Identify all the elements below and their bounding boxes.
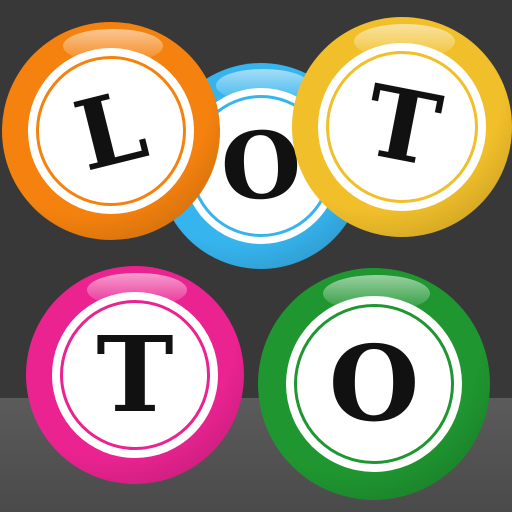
lotto-icon: O L T T O	[0, 0, 512, 512]
lotto-ball-o-green: O	[258, 268, 490, 500]
ball-face: L	[28, 48, 194, 214]
ball-face: T	[318, 43, 486, 211]
lotto-ball-t-pink: T	[26, 266, 244, 484]
lotto-ball-l-orange: L	[2, 22, 220, 240]
ball-face: T	[52, 292, 218, 458]
ball-letter: O	[218, 109, 304, 223]
ball-face: O	[285, 295, 463, 473]
ball-letter: O	[328, 321, 420, 445]
lotto-ball-t-yellow: T	[292, 17, 512, 237]
ball-letter: T	[96, 312, 174, 436]
